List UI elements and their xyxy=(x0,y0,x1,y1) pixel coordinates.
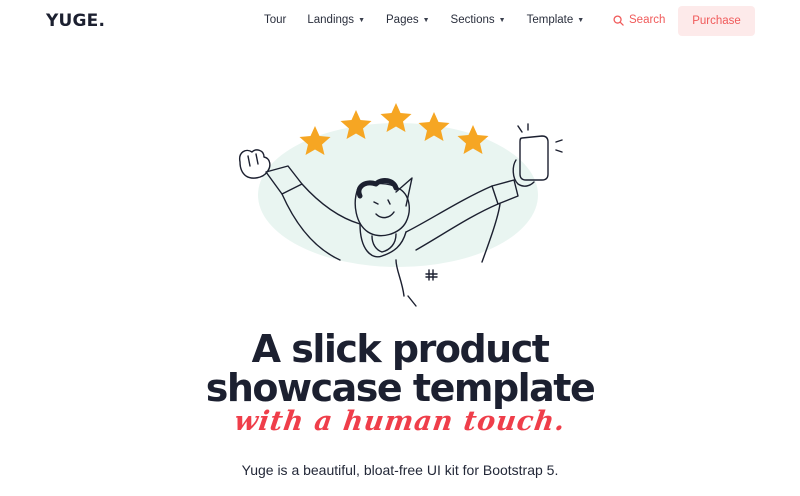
nav-item-label: Tour xyxy=(264,14,287,26)
hero-illustration xyxy=(238,103,563,307)
hero-headline-line2: showcase template xyxy=(205,366,596,410)
nav-item-label: Landings xyxy=(307,14,355,26)
navbar: YUGE. Tour Landings ▼ Pages ▼ Sections ▼… xyxy=(0,0,800,42)
hero-subtext: Yuge is a beautiful, bloat-free UI kit f… xyxy=(241,462,559,478)
hero-headline-line1: A slick product xyxy=(251,327,550,371)
nav-item-sections[interactable]: Sections ▼ xyxy=(451,14,506,26)
caret-down-icon: ▼ xyxy=(577,16,585,24)
background-blob xyxy=(258,123,538,267)
nav-item-landings[interactable]: Landings ▼ xyxy=(307,14,365,26)
hero-script-tagline: with a human touch. xyxy=(232,406,568,437)
main-nav: Tour Landings ▼ Pages ▼ Sections ▼ Templ… xyxy=(264,14,605,26)
caret-down-icon: ▼ xyxy=(498,16,506,24)
nav-item-pages[interactable]: Pages ▼ xyxy=(386,14,430,26)
search-icon xyxy=(613,14,624,26)
caret-down-icon: ▼ xyxy=(422,16,430,24)
left-fist xyxy=(238,149,271,179)
nav-item-label: Sections xyxy=(450,14,495,26)
nav-item-tour[interactable]: Tour xyxy=(264,14,286,26)
brand-logo[interactable]: YUGE. xyxy=(46,11,105,31)
nav-item-template[interactable]: Template ▼ xyxy=(527,14,585,26)
search-label: Search xyxy=(629,14,666,26)
purchase-button[interactable]: Purchase xyxy=(678,6,755,36)
nav-item-label: Pages xyxy=(386,14,419,26)
caret-down-icon: ▼ xyxy=(358,16,365,24)
nav-item-label: Template xyxy=(526,14,574,26)
search-link[interactable]: Search xyxy=(613,14,665,26)
